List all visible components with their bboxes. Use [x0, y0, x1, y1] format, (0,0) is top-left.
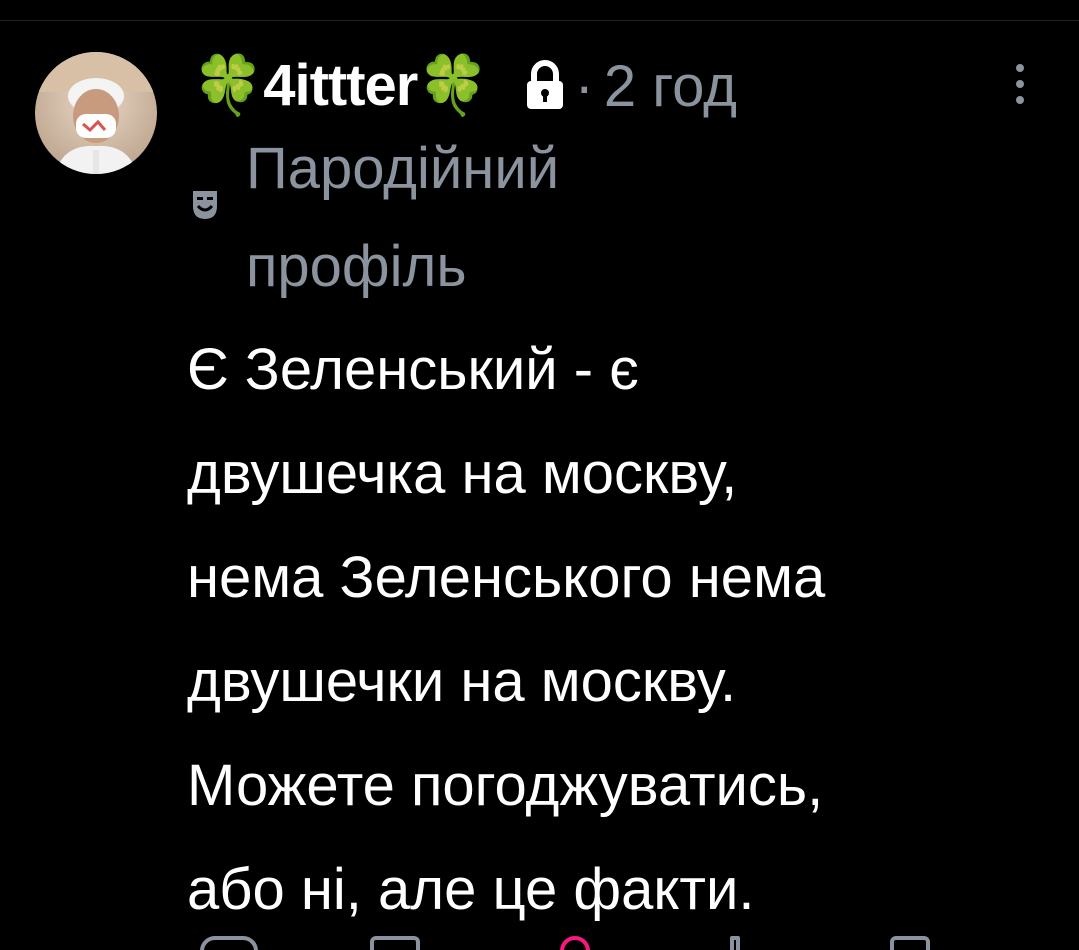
more-vertical-icon[interactable] — [1008, 60, 1032, 108]
post-actions — [190, 934, 1050, 950]
theater-mask-icon — [192, 190, 218, 220]
post-header: 🍀4ittter🍀 · 2 год — [192, 46, 737, 126]
post-text-line: двушечки на москву. — [187, 649, 737, 714]
avatar[interactable] — [35, 52, 157, 174]
top-divider — [0, 20, 1079, 21]
post-text-line: або ні, але це факти. — [187, 857, 755, 922]
reply-icon[interactable] — [200, 936, 258, 950]
post-card[interactable]: 🍀4ittter🍀 · 2 год Пародійний профіль Є З… — [0, 0, 1079, 950]
repost-icon[interactable] — [370, 936, 420, 950]
stats-icon[interactable] — [730, 936, 740, 950]
parody-badge: Пародійний профіль — [192, 124, 712, 299]
like-icon[interactable] — [560, 936, 590, 950]
post-text: Є Зеленський - є двушечка на москву, нем… — [187, 318, 1067, 942]
post-text-line: двушечка на москву, — [187, 441, 738, 506]
parody-label: Пародійний профіль — [246, 136, 560, 299]
post-text-line: Можете погоджуватись, — [187, 753, 824, 818]
post-time[interactable]: 2 год — [604, 53, 737, 120]
share-icon[interactable] — [890, 936, 930, 950]
display-name[interactable]: 🍀4ittter🍀 — [192, 52, 490, 120]
post-text-line: Є Зеленський - є — [187, 337, 639, 402]
post-text-line: нема Зеленського нема — [187, 545, 826, 610]
meta-separator: · — [574, 53, 594, 119]
lock-icon — [523, 57, 567, 115]
